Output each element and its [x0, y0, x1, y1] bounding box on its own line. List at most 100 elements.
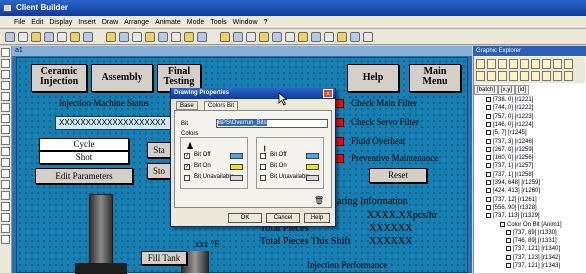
layer-icon[interactable]: [350, 31, 360, 42]
text-tool-icon[interactable]: [1, 125, 10, 134]
rect-tool-icon[interactable]: [1, 70, 10, 79]
back-icon[interactable]: [197, 31, 207, 42]
left_items-color-swatch-0[interactable]: [230, 153, 243, 159]
explorer-tool-icon[interactable]: [542, 71, 551, 81]
polygon-tool-icon[interactable]: [1, 92, 10, 101]
zoom-fit-icon[interactable]: [298, 31, 308, 42]
group-icon[interactable]: [158, 31, 168, 42]
menu-display[interactable]: Display: [49, 19, 72, 26]
tree-item[interactable]: [737, 123] [r1342]: [506, 254, 560, 262]
tree-item[interactable]: [737, 3] [r1246]: [486, 138, 533, 146]
select-tool-icon[interactable]: [1, 48, 10, 57]
front-icon[interactable]: [184, 31, 194, 42]
explorer-column-header[interactable]: [x,y]: [498, 85, 516, 95]
menu-edit[interactable]: Edit: [31, 19, 43, 26]
left_items-color-swatch-1[interactable]: [230, 164, 243, 170]
menu-file[interactable]: File: [14, 19, 25, 26]
fill-tank-button[interactable]: Fill Tank: [141, 251, 187, 265]
explorer-tool-icon[interactable]: [476, 59, 485, 69]
start-button[interactable]: Sta: [147, 142, 171, 158]
ellipse-tool-icon[interactable]: [1, 81, 10, 90]
pipe-tool-icon[interactable]: [1, 213, 10, 222]
cut-icon[interactable]: [57, 31, 67, 42]
left_items-checkbox-1[interactable]: ✓: [184, 164, 190, 170]
stop-button[interactable]: Sto: [147, 163, 171, 179]
tree-item[interactable]: Color On Bit [Anim1]: [500, 221, 562, 229]
pen-icon[interactable]: [246, 31, 256, 42]
explorer-tool-icon[interactable]: [487, 59, 496, 69]
gauge-tool-icon[interactable]: [1, 224, 10, 233]
slider-tool-icon[interactable]: [1, 235, 10, 244]
line-tool-icon[interactable]: [1, 59, 10, 68]
right_items-color-swatch-1[interactable]: [306, 164, 319, 170]
tree-item[interactable]: [744, 0] [r1222]: [486, 105, 533, 112]
right_items-checkbox-1[interactable]: [260, 164, 266, 170]
explorer-tool-icon[interactable]: [487, 71, 496, 81]
explorer-tool-icon[interactable]: [564, 59, 573, 69]
new-icon[interactable]: [5, 31, 15, 42]
zoom-out-icon[interactable]: [285, 31, 295, 42]
explorer-tool-icon[interactable]: [520, 59, 529, 69]
save-icon[interactable]: [31, 31, 41, 42]
right_items-checkbox-0[interactable]: [260, 153, 266, 159]
bit-field[interactable]: BPS\Overrun_Bits: [216, 119, 328, 128]
tree-item[interactable]: [737, 113] [r1329]: [486, 213, 540, 220]
menu-arrange[interactable]: Arrange: [124, 19, 149, 26]
grid-icon[interactable]: [324, 31, 334, 42]
tree-item[interactable]: [737, 1] [r1258]: [486, 171, 533, 179]
tab-assembly[interactable]: Assembly: [91, 64, 153, 92]
delete-icon[interactable]: 🗑: [314, 196, 324, 205]
polyline-tool-icon[interactable]: [1, 103, 10, 112]
left_items-checkbox-0[interactable]: ✓: [184, 153, 190, 159]
tab-base[interactable]: Base: [176, 101, 198, 110]
help-button[interactable]: Help: [304, 213, 330, 223]
tree-item[interactable]: [5, 7] [r1245]: [486, 130, 527, 137]
ok-button[interactable]: OK: [228, 213, 262, 223]
tree-item[interactable]: [737, 89] [r1330]: [506, 229, 557, 237]
arc-tool-icon[interactable]: [1, 114, 10, 123]
menu-window[interactable]: Window: [233, 19, 258, 26]
menu-tools[interactable]: Tools: [210, 19, 226, 26]
link-tool-icon[interactable]: [1, 202, 10, 211]
right_items-color-swatch-0[interactable]: [306, 153, 319, 159]
align-left-icon[interactable]: [132, 31, 142, 42]
tab-help[interactable]: Help: [347, 64, 399, 92]
tree-item[interactable]: [146, 0] [r1224]: [486, 121, 533, 129]
right_items-checkbox-2[interactable]: [260, 175, 266, 181]
zoom-area-icon[interactable]: [311, 31, 321, 42]
properties-icon[interactable]: [363, 31, 373, 42]
tab-colors-bit[interactable]: Colors Bit: [204, 101, 239, 110]
tree-item[interactable]: [737, 121] [r1343]: [506, 263, 560, 270]
explorer-tool-icon[interactable]: [476, 71, 485, 81]
open-icon[interactable]: [18, 31, 28, 42]
menu-animate[interactable]: Animate: [155, 19, 181, 26]
tree-item[interactable]: [757, 0] [r1223]: [486, 113, 533, 121]
tab-ceramic-injection[interactable]: Ceramic Injection: [31, 64, 87, 92]
tree-item[interactable]: [737, 121] [r1340]: [506, 246, 560, 253]
close-icon[interactable]: ×: [323, 89, 333, 98]
explorer-tool-icon[interactable]: [531, 59, 540, 69]
menu-insert[interactable]: Insert: [78, 19, 96, 26]
redo-icon[interactable]: [119, 31, 129, 42]
left_items-color-swatch-2[interactable]: [230, 175, 243, 181]
print-icon[interactable]: [44, 31, 54, 42]
paste-icon[interactable]: [83, 31, 93, 42]
tree-item[interactable]: [394, 648] [r1259]: [486, 180, 540, 187]
undo-icon[interactable]: [106, 31, 116, 42]
symbol-tool-icon[interactable]: [1, 191, 10, 200]
menu-help[interactable]: ?: [264, 19, 268, 26]
run-icon[interactable]: [220, 31, 230, 42]
menu-mode[interactable]: Mode: [187, 19, 205, 26]
right_items-color-swatch-2[interactable]: [306, 175, 319, 181]
stop-icon[interactable]: [233, 31, 243, 42]
tree-item[interactable]: [738, 0] [r1221]: [486, 97, 533, 104]
explorer-column-header[interactable]: [batch]: [474, 85, 499, 95]
trend-tool-icon[interactable]: [1, 180, 10, 189]
explorer-tool-icon[interactable]: [520, 71, 529, 81]
explorer-tool-icon[interactable]: [498, 71, 507, 81]
tree-item[interactable]: [556, 90] [r1328]: [486, 204, 537, 212]
edit-parameters-button[interactable]: Edit Parameters: [35, 168, 133, 184]
explorer-column-header[interactable]: [id]: [515, 85, 530, 95]
explorer-tool-icon[interactable]: [553, 71, 562, 81]
explorer-tool-icon[interactable]: [553, 59, 562, 69]
